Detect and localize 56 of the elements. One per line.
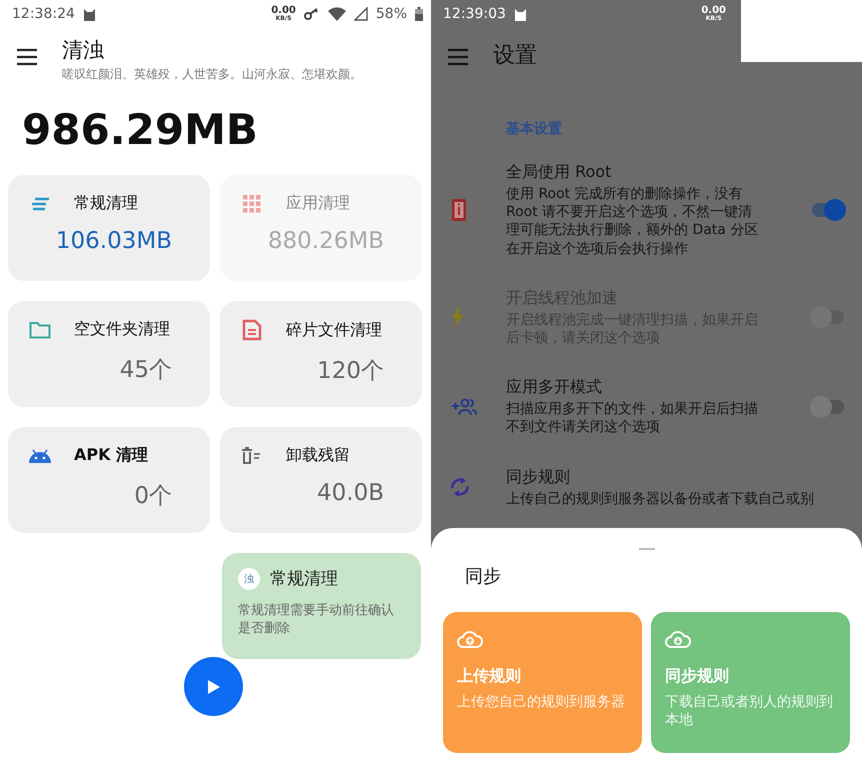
card-title: 空文件夹清理 <box>74 319 170 340</box>
clean-category-card[interactable]: 碎片文件清理 120个 <box>220 301 422 407</box>
card-title: APK 清理 <box>74 445 148 466</box>
add-people-icon <box>451 398 477 416</box>
card-title: 应用清理 <box>286 193 350 214</box>
info-icon <box>451 198 467 222</box>
setting-description: 上传自己的规则到服务器以备份或者下载自己或别 <box>506 490 815 508</box>
page-title: 设置 <box>493 42 537 70</box>
card-value: 880.26MB <box>268 228 384 254</box>
signal-icon <box>354 7 368 21</box>
card-value: 106.03MB <box>56 228 172 254</box>
battery-icon <box>415 7 423 21</box>
cat-icon <box>514 8 527 20</box>
wifi-icon <box>328 7 346 21</box>
card-title: 卸载残留 <box>286 445 350 466</box>
play-icon <box>208 680 220 694</box>
toast-title: 常规清理 <box>270 568 338 590</box>
battery-percent: 58% <box>376 6 407 22</box>
card-title: 碎片文件清理 <box>286 320 382 340</box>
setting-title: 全局使用 Root <box>506 162 612 183</box>
setting-description: 使用 Root 完成所有的删除操作，没有 Root 请不要开启这个选项，不然一键清理可能无法执行删除，额外的 Data 分区在开启这个选项后会执行操作 <box>506 185 760 258</box>
clean-category-card[interactable]: 常规清理 106.03MB <box>8 175 210 281</box>
key-icon <box>304 8 320 20</box>
cloud-download-icon <box>665 630 691 648</box>
setting-title: 同步规则 <box>506 466 571 488</box>
drag-handle[interactable] <box>638 548 654 550</box>
card-value: 120个 <box>317 357 384 386</box>
menu-icon[interactable] <box>16 48 38 66</box>
trash-list-icon <box>241 446 263 464</box>
section-header: 基本设置 <box>505 120 563 138</box>
app-title: 清浊 <box>62 37 105 64</box>
setting-description: 扫描应用多开下的文件，如果开启后扫描不到文件请关闭这个选项 <box>506 400 759 436</box>
card-value: 40.0B <box>317 480 384 506</box>
cloud-upload-icon <box>457 630 483 648</box>
app-subtitle: 嗟叹红颜泪、英雄殁，人世苦多。山河永寂、怎堪欢颜。 <box>62 66 362 83</box>
toast-message: 常规清理需要手动前往确认是否删除 <box>238 602 395 638</box>
clean-category-card[interactable]: 卸载残留 40.0B <box>220 427 422 533</box>
sheet-title: 同步 <box>465 565 502 588</box>
setting-title: 应用多开模式 <box>506 377 603 398</box>
card-value: 45个 <box>120 356 172 385</box>
grid-icon <box>243 194 261 212</box>
lightning-icon <box>451 306 465 328</box>
app-badge: 浊 <box>238 568 260 590</box>
lines-icon <box>30 196 50 210</box>
sync-icon <box>451 477 469 498</box>
cat-icon <box>82 8 96 20</box>
clean-category-card[interactable]: 空文件夹清理 45个 <box>8 301 210 407</box>
android-icon <box>28 448 52 462</box>
status-time: 12:38:24 <box>12 6 75 22</box>
clean-category-card[interactable]: APK 清理 0个 <box>8 427 210 533</box>
document-icon <box>242 319 262 341</box>
total-size: 986.29MB <box>21 104 259 156</box>
folder-icon <box>29 320 51 338</box>
card-value: 0个 <box>134 482 172 511</box>
card-title: 常规清理 <box>74 193 138 214</box>
status-time: 12:39:03 <box>443 6 506 22</box>
